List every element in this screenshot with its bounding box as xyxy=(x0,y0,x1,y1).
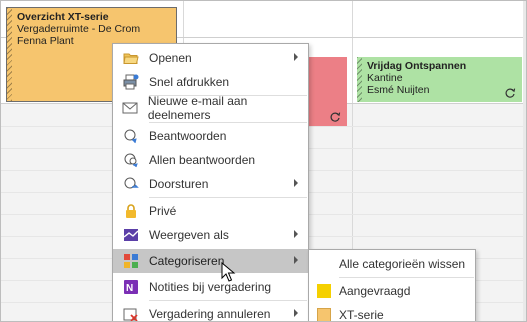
svg-text:N: N xyxy=(126,283,133,294)
menu-item-vergadering-annuleren[interactable]: Vergadering annuleren xyxy=(113,302,308,322)
menu-item-allen-beantwoorden[interactable]: Allen beantwoorden xyxy=(113,148,308,172)
categorize-icon xyxy=(113,249,149,273)
empty-icon-slot xyxy=(309,252,339,276)
vertical-scrollbar[interactable] xyxy=(523,0,527,322)
menu-item-categoriseren[interactable]: Categoriseren xyxy=(113,249,308,273)
menu-item-snel-afdrukken[interactable]: Snel afdrukken xyxy=(113,70,308,94)
menu-separator xyxy=(339,277,474,278)
submenu-arrow-icon xyxy=(294,179,298,187)
appointment-title: Vrijdag Ontspannen xyxy=(367,60,467,72)
submenu-item-label: XT-serie xyxy=(339,308,384,322)
menu-item-notities[interactable]: N Notities bij vergadering xyxy=(113,275,308,299)
folder-open-icon xyxy=(113,46,149,70)
submenu-arrow-icon xyxy=(294,309,298,317)
menu-separator xyxy=(149,122,307,123)
submenu-item-label: Alle categorieën wissen xyxy=(339,257,466,271)
recurring-icon xyxy=(505,88,516,98)
show-as-icon xyxy=(113,223,149,247)
tentative-hatch xyxy=(7,8,12,101)
menu-item-prive[interactable]: Privé xyxy=(113,199,308,223)
submenu-arrow-icon xyxy=(294,53,298,61)
menu-item-nieuwe-email[interactable]: Nieuwe e-mail aan deelnemers xyxy=(113,94,308,122)
mouse-pointer-icon xyxy=(221,262,236,282)
menu-item-label: Privé xyxy=(149,204,177,218)
appointment-vrijdag-ontspannen[interactable]: Vrijdag Ontspannen Kantine Esmé Nuijten xyxy=(357,57,522,102)
onenote-icon: N xyxy=(113,275,149,299)
submenu-item-label: Aangevraagd xyxy=(339,284,411,298)
appointment-organizer: Esmé Nuijten xyxy=(367,84,430,96)
calendar-view: Overzicht XT-serie Vergaderruimte - De C… xyxy=(0,0,527,322)
reply-all-icon xyxy=(113,148,149,172)
appointment-location: Vergaderruimte - De Crom xyxy=(17,23,141,35)
forward-icon xyxy=(113,172,149,196)
categorize-submenu: Alle categorieën wissen Aangevraagd XT-s… xyxy=(308,249,476,322)
submenu-arrow-icon xyxy=(294,230,298,238)
submenu-item-aangevraagd[interactable]: Aangevraagd xyxy=(309,279,475,303)
menu-item-beantwoorden[interactable]: Beantwoorden xyxy=(113,124,308,148)
lock-icon xyxy=(113,199,149,223)
menu-item-label: Allen beantwoorden xyxy=(149,153,256,167)
category-color-icon xyxy=(309,303,339,322)
menu-item-openen[interactable]: Openen xyxy=(113,46,308,70)
reply-icon xyxy=(113,124,149,148)
context-menu: Openen Snel afdrukken Nieuwe e-mail aan … xyxy=(112,43,309,322)
menu-item-weergeven-als[interactable]: Weergeven als xyxy=(113,223,308,247)
menu-item-label: Snel afdrukken xyxy=(149,75,230,89)
menu-item-label: Weergeven als xyxy=(149,228,229,242)
menu-item-label: Nieuwe e-mail aan deelnemers xyxy=(147,94,248,122)
appointment-location: Kantine xyxy=(367,72,403,84)
submenu-arrow-icon xyxy=(294,256,298,264)
menu-item-doorsturen[interactable]: Doorsturen xyxy=(113,172,308,196)
menu-separator xyxy=(149,197,307,198)
category-color-icon xyxy=(309,279,339,303)
appointment-red[interactable] xyxy=(305,57,347,126)
menu-separator xyxy=(149,300,307,301)
appointment-title: Overzicht XT-serie xyxy=(17,11,109,23)
menu-item-label: Doorsturen xyxy=(149,177,209,191)
cancel-meeting-icon xyxy=(113,302,149,322)
submenu-item-xt-serie[interactable]: XT-serie xyxy=(309,303,475,322)
menu-item-label: Openen xyxy=(149,51,192,65)
menu-item-label: Vergadering annuleren xyxy=(149,307,271,321)
menu-item-label: Notities bij vergadering xyxy=(149,280,272,294)
quick-print-icon xyxy=(113,70,149,94)
recurring-icon xyxy=(330,112,341,122)
new-email-icon xyxy=(113,96,148,120)
menu-item-label: Categoriseren xyxy=(149,254,225,268)
tentative-hatch xyxy=(357,57,362,102)
submenu-item-clear-all[interactable]: Alle categorieën wissen xyxy=(309,252,475,276)
menu-item-label: Beantwoorden xyxy=(149,129,227,143)
